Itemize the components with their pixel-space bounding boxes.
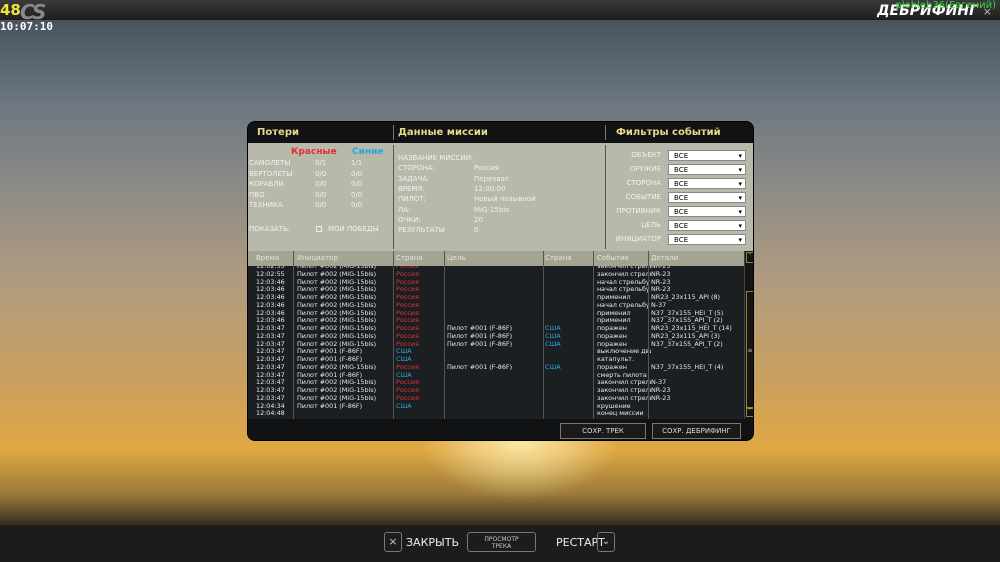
column-header[interactable]: Инициатор (297, 254, 338, 262)
filter-label: ОРУЖИЕ (629, 165, 661, 173)
filter-label: ЦЕЛЬ (641, 221, 661, 229)
mission-value: 12:00:00 (474, 184, 506, 193)
filter-label: ИНИЦИАТОР (615, 235, 661, 243)
mission-value: 0 (474, 226, 479, 235)
column-header[interactable]: Цель (447, 254, 465, 262)
loss-blue-value: 0/0 (351, 169, 363, 178)
mission-value: MiG-15bis (474, 205, 509, 214)
filter-select[interactable]: ВСЕ (668, 192, 746, 203)
mission-label: СТОРОНА: (398, 164, 435, 173)
loss-red-value: 0/1 (315, 159, 327, 167)
close-label[interactable]: ЗАКРЫТЬ (406, 536, 459, 549)
cell-time: 12:04:48 (256, 409, 285, 418)
column-header[interactable]: Детали (651, 254, 678, 262)
info-panel: Красные Синие ПОКАЗАТЬ: МОИ ПОБЕДЫ САМОЛ… (248, 143, 753, 251)
column-header[interactable]: Страна (396, 254, 423, 262)
column-divider (543, 251, 544, 419)
mission-label: ОЧКИ: (398, 215, 421, 224)
events-table-body: 12:02:55 Пилот #002 (MiG-15bis) Россия зако… (248, 266, 744, 419)
loss-label: САМОЛЕТЫ (249, 159, 291, 167)
fps-counter: 48 (0, 1, 21, 19)
loss-blue-value: 0/0 (351, 201, 363, 209)
mission-label: ЗАДАЧА: (398, 174, 430, 183)
show-label: ПОКАЗАТЬ: (249, 225, 291, 233)
filter-select[interactable]: ВСЕ (668, 234, 746, 245)
mission-value: Россия (474, 164, 499, 173)
loss-blue-value: 1/1 (351, 159, 363, 167)
filter-select[interactable]: ВСЕ (668, 220, 746, 231)
top-bar (0, 0, 1000, 20)
loss-blue-value: 0/0 (351, 180, 363, 188)
loss-red-value: 0/0 (315, 190, 327, 199)
cell-event: конец миссии (597, 409, 644, 418)
mission-label: ЛА: (398, 205, 411, 214)
loss-red-value: 0/0 (315, 169, 327, 178)
filter-select[interactable]: ВСЕ (668, 206, 746, 217)
view-track-button[interactable]: ПРОСМОТР ТРЕКА (467, 532, 536, 552)
table-row[interactable]: 12:04:48 конец миссии (248, 409, 744, 417)
loss-label: ВЕРТОЛЕТЫ (249, 169, 293, 178)
debriefing-dialog: Потери Данные миссии Фильтры событий Кра… (247, 121, 754, 441)
close-x-icon: × (388, 535, 398, 548)
filter-label: ОБЪЕКТ (631, 151, 661, 159)
clock: 10:07:10 (0, 20, 53, 33)
mission-label: РЕЗУЛЬТАТЫ (398, 226, 445, 235)
column-divider (293, 251, 294, 419)
column-divider (593, 251, 594, 419)
filter-label: СТОРОНА (626, 179, 661, 187)
mission-title: Данные миссии (398, 127, 488, 138)
column-header[interactable]: Время (256, 254, 279, 262)
mission-label: ПИЛОТ: (398, 195, 426, 204)
scroll-thumb[interactable]: ≡ (746, 291, 753, 409)
blue-header: Синие (352, 147, 384, 157)
losses-title: Потери (257, 127, 299, 138)
filters-title: Фильтры событий (616, 127, 721, 138)
column-divider (648, 251, 649, 419)
scrollbar[interactable]: ˄ ≡ ˅ (744, 251, 753, 419)
save-debriefing-button[interactable]: СОХР. ДЕБРИФИНГ (652, 423, 741, 439)
column-divider (393, 251, 394, 419)
my-wins-label: МОИ ПОБЕДЫ (328, 225, 379, 233)
loss-blue-value: 0/0 (351, 190, 363, 199)
my-wins-checkbox[interactable] (316, 226, 322, 232)
column-divider (444, 251, 445, 419)
loss-red-value: 0/0 (315, 180, 327, 188)
column-header[interactable]: Страна (545, 254, 572, 262)
scroll-up-icon[interactable]: ˄ (746, 252, 753, 263)
scroll-down-icon[interactable]: ˅ (746, 407, 753, 417)
chevron-down-icon: ⌄ (601, 536, 611, 547)
mission-label: ВРЕМЯ: (398, 184, 425, 193)
mission-value: Перехват (474, 174, 509, 183)
filter-select[interactable]: ВСЕ (668, 178, 746, 189)
bottom-bar: × ЗАКРЫТЬ ПРОСМОТР ТРЕКА РЕСТАРТ ⌄ (0, 525, 1000, 562)
filter-label: ПРОТИВНИК (616, 207, 661, 215)
column-header[interactable]: Событие (597, 254, 629, 262)
close-button[interactable]: × (384, 532, 402, 552)
loss-label: КОРАБЛИ (249, 180, 284, 188)
mission-label: НАЗВАНИЕ МИССИИ: (398, 154, 474, 162)
mission-value: Новый позывной (474, 195, 536, 204)
save-track-button[interactable]: СОХР. ТРЕК (560, 423, 646, 439)
loss-label: ТЕХНИКА (249, 201, 283, 209)
loss-label: ПВО (249, 190, 265, 199)
filter-select[interactable]: ВСЕ (668, 150, 746, 161)
events-table-header: Время Инициатор Страна Цель Страна Событие Дет… (248, 251, 744, 266)
loss-red-value: 0/0 (315, 201, 327, 209)
restart-dropdown-button[interactable]: ⌄ (597, 532, 615, 552)
filter-select[interactable]: ВСЕ (668, 164, 746, 175)
close-icon[interactable]: × (983, 5, 992, 18)
red-header: Красные (291, 147, 337, 157)
mission-value: 20 (474, 215, 483, 224)
user-name: plohleb36(Евгений) (895, 0, 996, 11)
filter-label: СОБЫТИЕ (625, 193, 661, 201)
